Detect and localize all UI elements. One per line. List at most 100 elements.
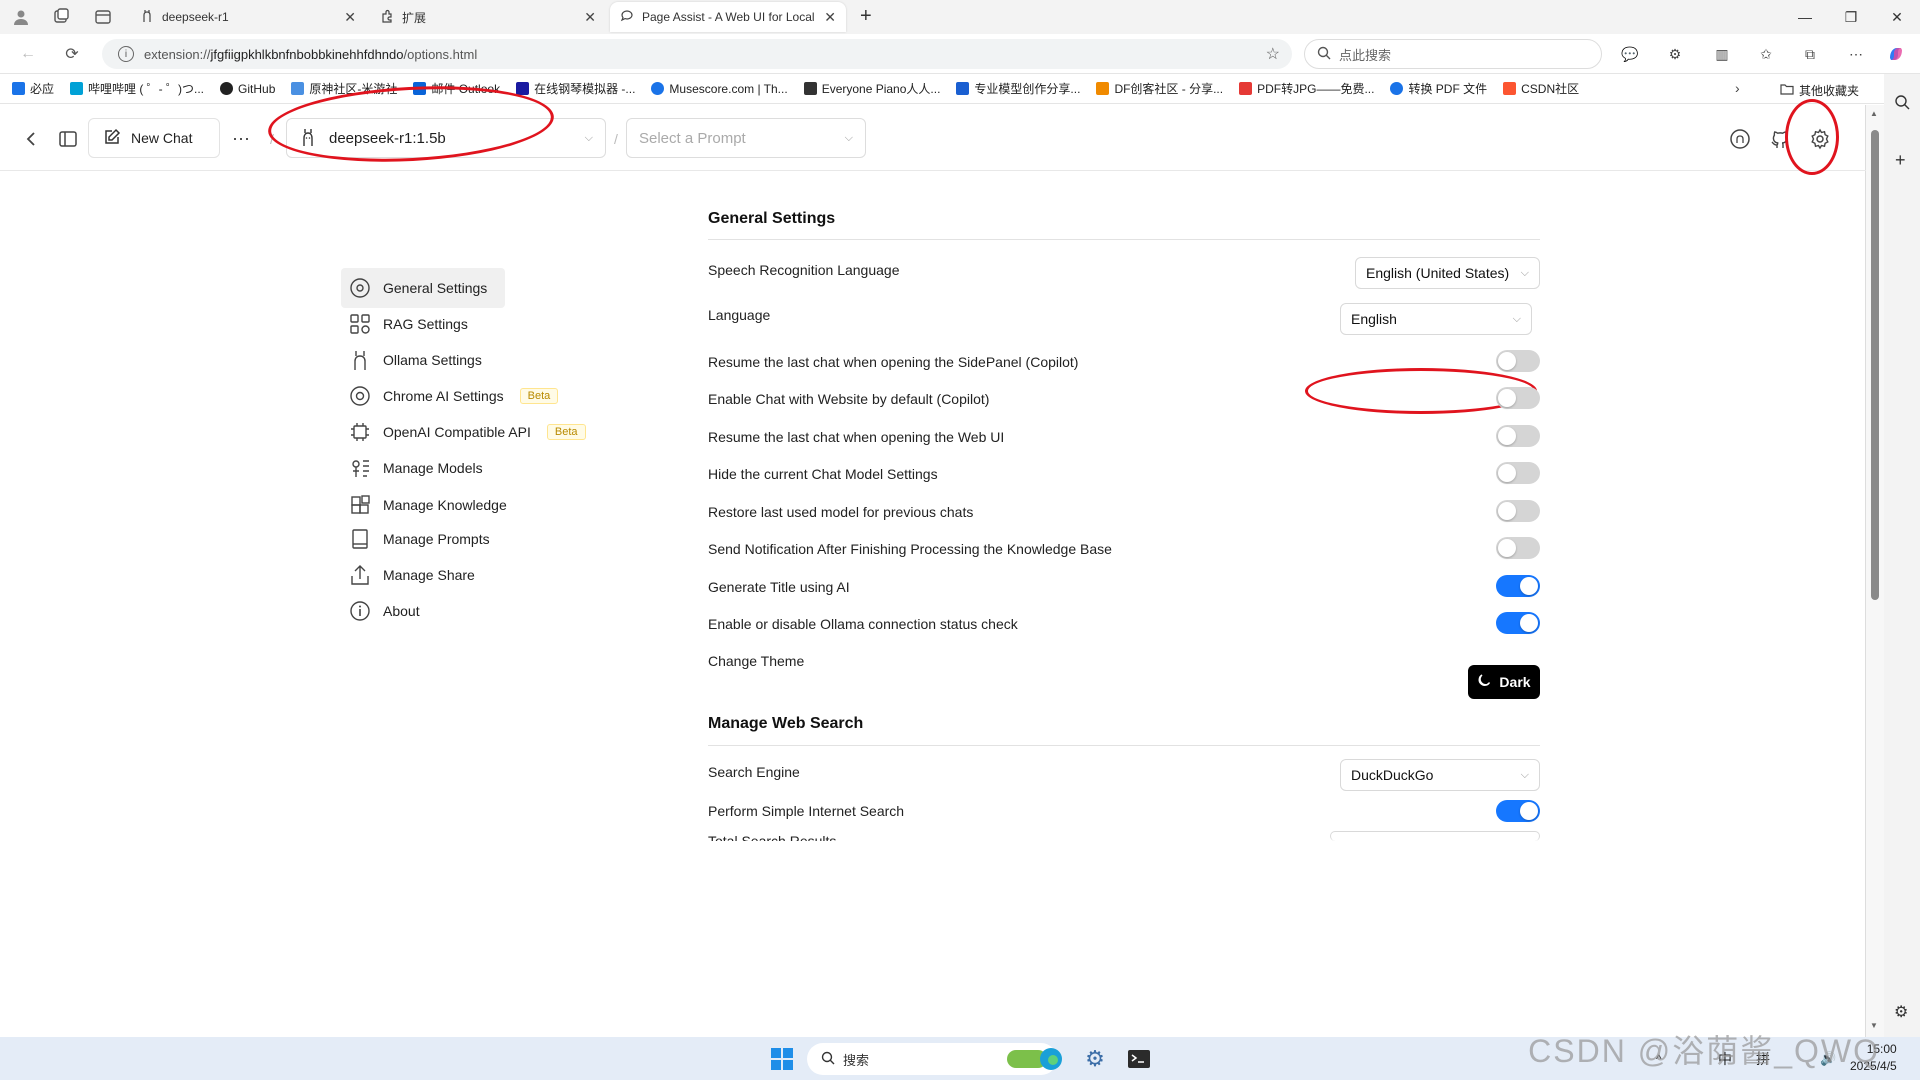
resume-sidepanel-toggle[interactable] <box>1496 350 1540 372</box>
chat-bubble-icon[interactable]: 💬 <box>1620 44 1640 64</box>
profile-icon[interactable] <box>12 8 30 26</box>
page-scrollbar[interactable]: ▲ ▼ <box>1866 105 1884 1037</box>
tab-page-assist[interactable]: Page Assist - A Web UI for Local A ✕ <box>610 2 846 32</box>
total-results-input[interactable] <box>1330 831 1540 841</box>
favorite-star-icon[interactable]: ☆ <box>1266 44 1280 64</box>
more-menu-icon[interactable]: ⋯ <box>1846 44 1866 64</box>
sidebar-settings-icon[interactable]: ⚙ <box>1894 1002 1908 1022</box>
bookmark-item[interactable]: 必应 <box>12 80 54 97</box>
prompt-select-placeholder: Select a Prompt <box>639 129 746 147</box>
ollama-status-icon[interactable] <box>1728 127 1752 151</box>
menu-openai-compatible-api[interactable]: OpenAI Compatible API Beta <box>341 412 594 452</box>
restore-icon[interactable]: ❐ <box>1828 0 1874 34</box>
bookmark-item[interactable]: CSDN社区 <box>1503 80 1579 97</box>
tab-title: 扩展 <box>402 10 427 25</box>
settings-gear-icon[interactable] <box>1808 127 1832 151</box>
scrollbar-thumb[interactable] <box>1871 130 1879 600</box>
extensions-icon[interactable]: ⚙ <box>1665 44 1685 64</box>
add-sidebar-icon[interactable]: + <box>1895 150 1906 171</box>
tab-extensions[interactable]: 扩展 ✕ <box>370 2 606 32</box>
close-window-icon[interactable]: ✕ <box>1874 0 1920 34</box>
beta-badge: Beta <box>519 388 559 404</box>
new-chat-button[interactable]: New Chat <box>88 118 220 158</box>
menu-manage-models[interactable]: Manage Models <box>341 448 491 488</box>
restore-model-toggle[interactable] <box>1496 500 1540 522</box>
dark-theme-button[interactable]: Dark <box>1468 665 1540 699</box>
bookmark-item[interactable]: 转换 PDF 文件 <box>1390 80 1487 97</box>
tab-deepseek[interactable]: deepseek-r1 ✕ <box>130 2 366 32</box>
settings-taskbar-icon[interactable]: ⚙ <box>1080 1045 1110 1073</box>
chevron-down-icon: ⌵ <box>1520 266 1529 279</box>
tab-actions-icon[interactable] <box>94 8 112 26</box>
generate-title-toggle[interactable] <box>1496 575 1540 597</box>
address-bar-row: ← ⟳ i extension://jfgfiigpkhlkbnfnbobbki… <box>0 34 1920 74</box>
taskbar-search[interactable]: 搜索 <box>807 1043 1057 1075</box>
bookmark-item[interactable]: DF创客社区 - 分享... <box>1096 80 1223 97</box>
bookmark-item[interactable]: 哔哩哔哩 ( ゜- ゜)つ... <box>70 80 204 97</box>
toggle-knob <box>1498 352 1516 370</box>
prompts-icon <box>349 528 371 550</box>
minimize-icon[interactable]: — <box>1782 0 1828 34</box>
menu-manage-share[interactable]: Manage Share <box>341 555 483 595</box>
simple-search-toggle[interactable] <box>1496 800 1540 822</box>
close-tab-icon[interactable]: ✕ <box>584 9 596 26</box>
ollama-status-check-toggle[interactable] <box>1496 612 1540 634</box>
back-icon[interactable]: ← <box>16 42 40 66</box>
chevron-right-icon[interactable]: › <box>1735 80 1740 96</box>
close-tab-icon[interactable]: ✕ <box>344 9 356 26</box>
bookmark-item[interactable]: Everyone Piano人人... <box>803 80 940 97</box>
url-field[interactable]: i extension://jfgfiigpkhlkbnfnbobbkinehh… <box>102 39 1292 69</box>
close-tab-icon[interactable]: ✕ <box>824 9 836 26</box>
edge-taskbar-icon[interactable] <box>1036 1045 1066 1073</box>
speech-language-label: Speech Recognition Language <box>708 262 900 278</box>
sidebar-toggle-icon[interactable] <box>56 127 80 151</box>
other-favorites[interactable]: 其他收藏夹 <box>1780 82 1859 99</box>
search-engine-select[interactable]: DuckDuckGo ⌵ <box>1340 759 1540 791</box>
bookmark-item[interactable]: 邮件 Outlook <box>413 80 500 97</box>
df-maker-icon <box>1096 82 1110 95</box>
prompt-select[interactable]: Select a Prompt ⌵ <box>626 118 866 158</box>
copilot-icon[interactable] <box>1886 44 1906 64</box>
info-icon[interactable]: i <box>118 46 134 62</box>
bookmark-item[interactable]: 专业模型创作分享... <box>956 80 1080 97</box>
bookmark-item[interactable]: PDF转JPG——免费... <box>1239 80 1374 97</box>
bookmark-item[interactable]: 在线钢琴模拟器 -... <box>516 80 635 97</box>
workspaces-icon[interactable] <box>52 8 70 26</box>
bookmark-item[interactable]: Musescore.com | Th... <box>651 82 788 96</box>
search-icon <box>821 1051 835 1068</box>
header-separator: / <box>270 131 274 147</box>
scroll-up-icon[interactable]: ▲ <box>1870 109 1878 118</box>
model-select[interactable]: deepseek-r1:1.5b ⌵ <box>286 118 606 158</box>
menu-rag-settings[interactable]: RAG Settings <box>341 304 476 344</box>
favorites-icon[interactable]: ✩ <box>1756 44 1776 64</box>
web-search-title: Manage Web Search <box>708 715 864 732</box>
resume-web-ui-toggle[interactable] <box>1496 425 1540 447</box>
split-screen-icon[interactable]: ▥ <box>1712 44 1732 64</box>
divider <box>708 239 1540 240</box>
back-arrow-icon[interactable] <box>20 127 44 151</box>
speech-language-select[interactable]: English (United States) ⌵ <box>1355 257 1540 289</box>
language-select[interactable]: English ⌵ <box>1340 303 1532 335</box>
menu-general-settings[interactable]: General Settings <box>341 268 505 308</box>
refresh-icon[interactable]: ⟳ <box>60 42 84 66</box>
menu-ollama-settings[interactable]: Ollama Settings <box>341 340 490 380</box>
more-options-icon[interactable]: ⋯ <box>226 127 256 151</box>
menu-manage-prompts[interactable]: Manage Prompts <box>341 519 498 559</box>
bookmark-item[interactable]: 原神社区-米游社 <box>291 80 397 97</box>
menu-about[interactable]: About <box>341 591 428 631</box>
browser-search-field[interactable]: 点此搜索 <box>1304 39 1602 69</box>
knowledge-notification-toggle[interactable] <box>1496 537 1540 559</box>
github-icon[interactable] <box>1768 127 1792 151</box>
search-icon <box>1317 46 1331 63</box>
hide-model-settings-toggle[interactable] <box>1496 462 1540 484</box>
windows-start-icon[interactable] <box>768 1045 796 1073</box>
edit-icon <box>103 128 121 149</box>
collections-icon[interactable]: ⧉ <box>1800 44 1820 64</box>
new-tab-icon[interactable]: + <box>860 5 872 28</box>
search-sidebar-icon[interactable] <box>1894 94 1910 113</box>
terminal-taskbar-icon[interactable] <box>1124 1045 1154 1073</box>
menu-chrome-ai-settings[interactable]: Chrome AI Settings Beta <box>341 376 566 416</box>
bookmark-item[interactable]: GitHub <box>220 82 275 96</box>
chat-with-website-toggle[interactable] <box>1496 387 1540 409</box>
cpu-icon <box>349 421 371 443</box>
